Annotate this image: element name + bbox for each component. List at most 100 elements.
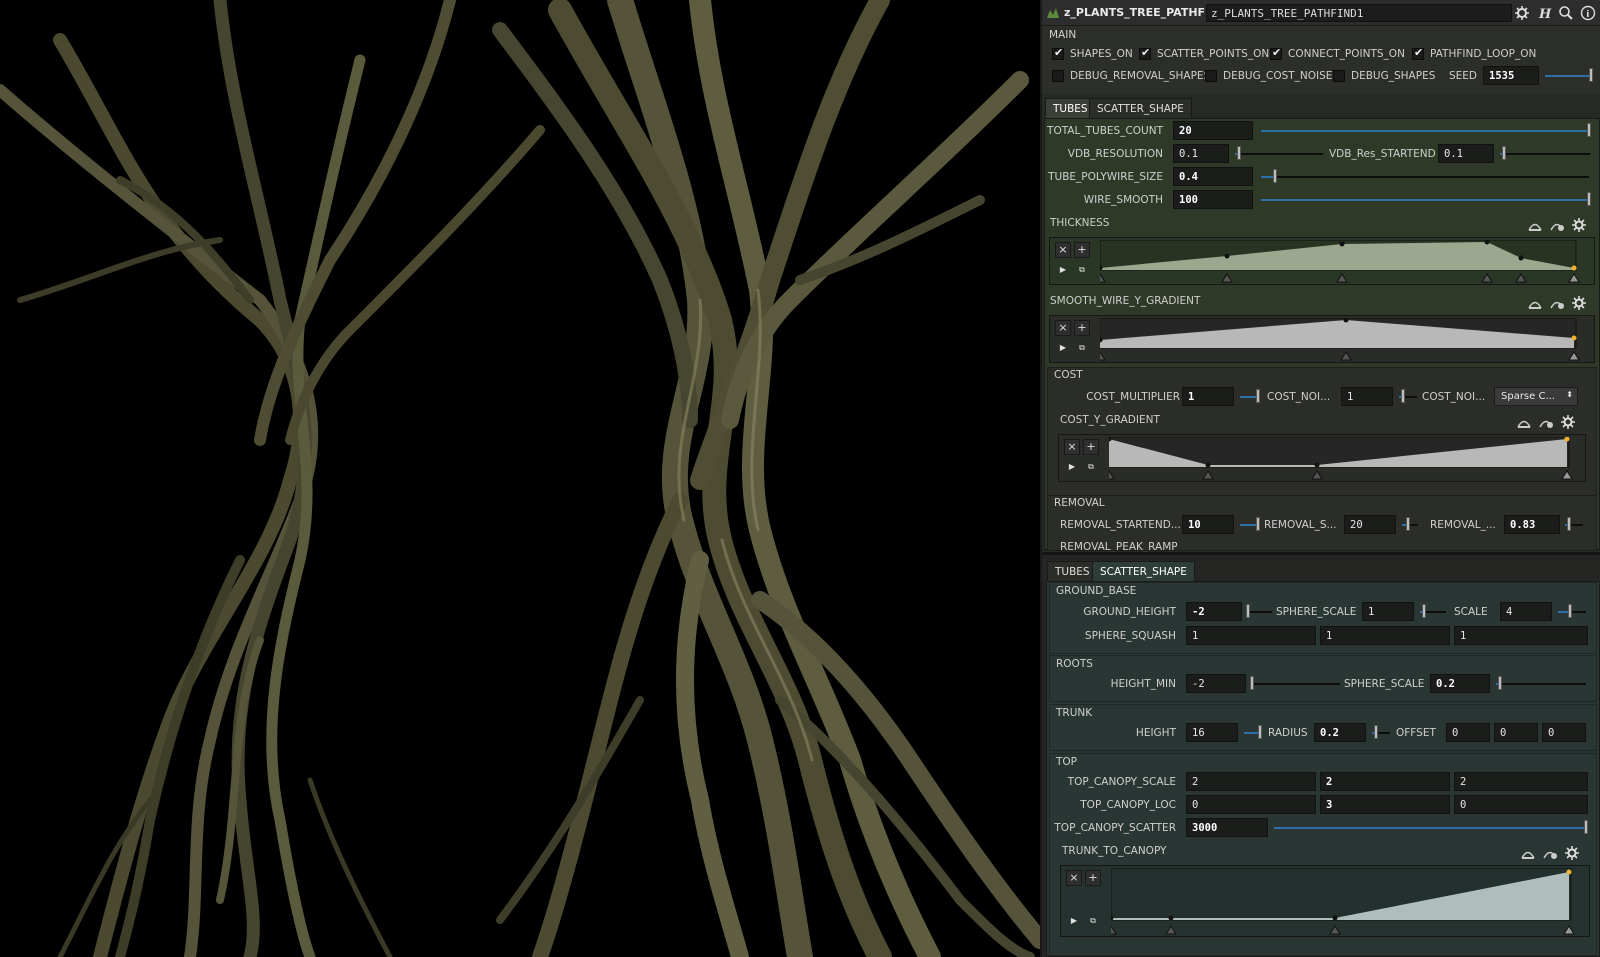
cost-y-curve[interactable] (1109, 437, 1579, 481)
ramp-preset-icon[interactable] (1527, 295, 1543, 311)
height-min-slider[interactable] (1250, 676, 1340, 690)
seed-slider[interactable] (1545, 68, 1593, 82)
height-min-field[interactable]: -2 (1186, 674, 1246, 693)
top-canopy-loc-z-field[interactable]: 0 (1454, 795, 1588, 814)
gear-icon[interactable] (1560, 414, 1576, 430)
ramp-play-icon[interactable]: ▶ (1056, 343, 1070, 355)
ramp-add-button[interactable]: + (1074, 320, 1090, 336)
sphere-squash-y-field[interactable]: 1 (1320, 626, 1450, 645)
removal-startend-field[interactable]: 10 (1182, 515, 1234, 534)
debug-cost-noise-checkbox[interactable] (1205, 70, 1217, 82)
connect-points-on-checkbox[interactable] (1270, 46, 1282, 60)
ramp-expand-icon[interactable]: ⧉ (1084, 462, 1098, 474)
scatter-points-on-checkbox[interactable] (1139, 46, 1151, 60)
ramp-add-button[interactable]: + (1083, 439, 1099, 455)
ramp-play-icon[interactable]: ▶ (1067, 916, 1081, 928)
wire-smooth-slider[interactable] (1261, 192, 1591, 206)
scale-field[interactable]: 4 (1500, 602, 1552, 621)
tube-polywire-size-field[interactable]: 0.4 (1173, 167, 1253, 186)
removal-3-field[interactable]: 0.83 (1504, 515, 1560, 534)
sphere-squash-z-field[interactable]: 1 (1454, 626, 1588, 645)
tab-scatter-shape-top[interactable]: SCATTER_SHAPE (1089, 98, 1192, 118)
radius-field[interactable]: 0.2 (1314, 723, 1366, 742)
ramp-preset-icon[interactable] (1516, 414, 1532, 430)
ramp-expand-icon[interactable]: ⧉ (1075, 265, 1089, 277)
top-canopy-scatter-field[interactable]: 3000 (1186, 818, 1268, 837)
pathfind-loop-on-checkbox[interactable] (1412, 46, 1424, 60)
thickness-ramp[interactable]: × + ▶ ⧉ (1049, 237, 1595, 285)
height-field[interactable]: 16 (1186, 723, 1238, 742)
gear-icon[interactable] (1564, 845, 1580, 861)
cost-multiplier-slider[interactable] (1240, 389, 1260, 403)
ramp-delete-button[interactable]: × (1055, 242, 1071, 258)
total-tubes-slider[interactable] (1261, 123, 1591, 137)
ramp-expand-icon[interactable]: ⧉ (1075, 343, 1089, 355)
sphere-scale-field[interactable]: 1 (1362, 602, 1414, 621)
radius-slider[interactable] (1372, 725, 1390, 739)
cost-multiplier-field[interactable]: 1 (1182, 387, 1234, 406)
vdb-resolution-field[interactable]: 0.1 (1173, 144, 1229, 163)
offset-x-field[interactable]: 0 (1446, 723, 1490, 742)
ramp-expand-icon[interactable]: ⧉ (1086, 916, 1100, 928)
scale-slider[interactable] (1558, 604, 1586, 618)
gear-icon[interactable] (1514, 5, 1530, 21)
tab-tubes-bottom[interactable]: TUBES (1047, 561, 1098, 581)
vdb-resolution-slider[interactable] (1235, 146, 1323, 160)
gear-icon[interactable] (1571, 295, 1587, 311)
cost-y-gradient-ramp[interactable]: × + ▶ ⧉ (1058, 434, 1586, 482)
height-slider[interactable] (1244, 725, 1262, 739)
shapes-on-checkbox[interactable] (1052, 46, 1064, 60)
vdb-res-startend-slider[interactable] (1500, 146, 1590, 160)
ramp-channel-icon[interactable] (1549, 295, 1565, 311)
ramp-play-icon[interactable]: ▶ (1065, 462, 1079, 474)
ramp-channel-icon[interactable] (1542, 845, 1558, 861)
search-icon[interactable] (1558, 5, 1574, 21)
smooth-wire-ramp[interactable]: × + ▶ ⧉ (1049, 315, 1595, 363)
top-canopy-scale-z-field[interactable]: 2 (1454, 772, 1588, 791)
top-canopy-loc-x-field[interactable]: 0 (1186, 795, 1316, 814)
3d-viewport[interactable] (0, 0, 1040, 957)
ramp-channel-icon[interactable] (1538, 414, 1554, 430)
cost-noise-type-dropdown[interactable]: Sparse C... ⬍ (1494, 387, 1578, 406)
cost-noi-slider[interactable] (1399, 389, 1417, 403)
thickness-curve[interactable] (1100, 240, 1580, 284)
total-tubes-field[interactable]: 20 (1173, 121, 1253, 140)
vdb-res-startend-field[interactable]: 0.1 (1438, 144, 1494, 163)
top-canopy-loc-y-field[interactable]: 3 (1320, 795, 1450, 814)
wire-smooth-field[interactable]: 100 (1173, 190, 1253, 209)
ground-height-field[interactable]: -2 (1186, 602, 1242, 621)
info-icon[interactable]: i (1580, 5, 1596, 21)
sphere-squash-x-field[interactable]: 1 (1186, 626, 1316, 645)
ramp-delete-button[interactable]: × (1064, 439, 1080, 455)
top-canopy-scale-y-field[interactable]: 2 (1320, 772, 1450, 791)
gear-icon[interactable] (1571, 217, 1587, 233)
sphere-scale-slider[interactable] (1420, 604, 1446, 618)
removal-startend-slider[interactable] (1240, 517, 1260, 531)
ramp-add-button[interactable]: + (1074, 242, 1090, 258)
debug-removal-shapes-checkbox[interactable] (1052, 70, 1064, 82)
tube-polywire-size-slider[interactable] (1261, 169, 1589, 183)
removal-3-slider[interactable] (1565, 517, 1583, 531)
roots-sphere-scale-slider[interactable] (1496, 676, 1586, 690)
offset-z-field[interactable]: 0 (1542, 723, 1586, 742)
ramp-preset-icon[interactable] (1520, 845, 1536, 861)
ramp-play-icon[interactable]: ▶ (1056, 265, 1070, 277)
offset-y-field[interactable]: 0 (1494, 723, 1538, 742)
tab-scatter-shape-bottom[interactable]: SCATTER_SHAPE (1092, 561, 1195, 581)
removal-s-slider[interactable] (1402, 517, 1418, 531)
top-canopy-scale-x-field[interactable]: 2 (1186, 772, 1316, 791)
removal-s-field[interactable]: 20 (1344, 515, 1396, 534)
ramp-add-button[interactable]: + (1085, 870, 1101, 886)
roots-sphere-scale-field[interactable]: 0.2 (1430, 674, 1490, 693)
top-canopy-scatter-slider[interactable] (1274, 820, 1588, 834)
smooth-wire-curve[interactable] (1100, 318, 1580, 362)
node-name-field[interactable]: z_PLANTS_TREE_PATHFIND1 (1206, 4, 1512, 22)
ramp-delete-button[interactable]: × (1055, 320, 1071, 336)
seed-field[interactable]: 1535 (1483, 66, 1539, 85)
trunk-to-canopy-ramp[interactable]: × + ▶ ⧉ (1060, 865, 1590, 937)
help-h-icon[interactable]: H (1536, 5, 1552, 21)
ramp-delete-button[interactable]: × (1066, 870, 1082, 886)
ramp-preset-icon[interactable] (1527, 217, 1543, 233)
ground-height-slider[interactable] (1246, 604, 1272, 618)
ramp-channel-icon[interactable] (1549, 217, 1565, 233)
